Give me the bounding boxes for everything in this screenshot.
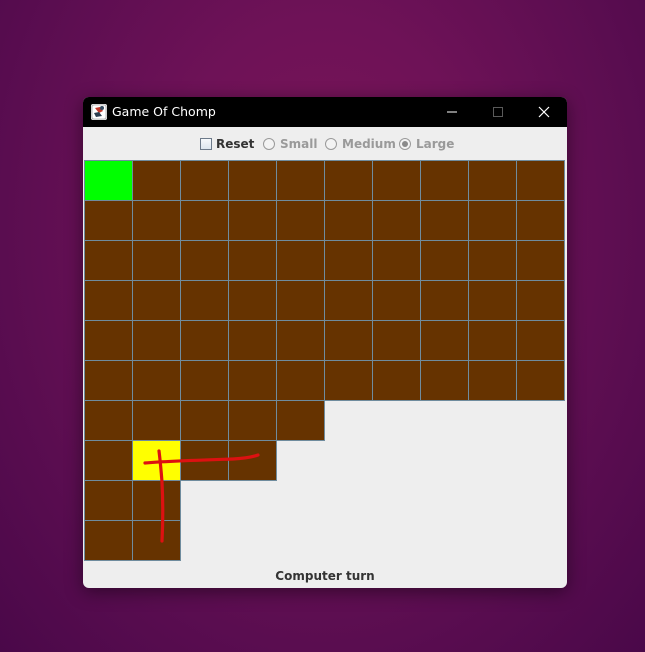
chocolate-square[interactable] (180, 360, 229, 401)
checkbox-icon[interactable] (200, 138, 212, 150)
chocolate-square[interactable] (84, 440, 133, 481)
chocolate-square[interactable] (84, 240, 133, 281)
chocolate-square[interactable] (132, 400, 181, 441)
chocolate-square[interactable] (420, 200, 469, 241)
chocolate-square[interactable] (132, 160, 181, 201)
chocolate-square[interactable] (324, 320, 373, 361)
size-label-large: Large (416, 137, 455, 151)
size-label-medium: Medium (342, 137, 396, 151)
chocolate-square[interactable] (372, 360, 421, 401)
size-radio-small[interactable]: Small (263, 136, 317, 152)
chocolate-square[interactable] (84, 400, 133, 441)
options-toolbar: Reset Small Medium Large (83, 127, 567, 161)
chocolate-square[interactable] (84, 200, 133, 241)
chocolate-square[interactable] (420, 160, 469, 201)
chocolate-square[interactable] (468, 200, 517, 241)
radio-selected-icon[interactable] (399, 138, 411, 150)
chocolate-square[interactable] (180, 440, 229, 481)
game-window: Game Of Chomp Reset Small Medium Large C… (83, 97, 567, 588)
chocolate-square[interactable] (180, 240, 229, 281)
chocolate-square[interactable] (516, 240, 565, 281)
size-radio-large[interactable]: Large (399, 136, 454, 152)
chocolate-square[interactable] (420, 240, 469, 281)
chocolate-square[interactable] (276, 200, 325, 241)
chocolate-square[interactable] (468, 320, 517, 361)
chocolate-square[interactable] (132, 280, 181, 321)
chocolate-square[interactable] (324, 160, 373, 201)
reset-label: Reset (216, 137, 255, 151)
close-icon (538, 106, 550, 118)
chocolate-square[interactable] (468, 160, 517, 201)
status-text: Computer turn (275, 569, 375, 583)
chocolate-square[interactable] (228, 320, 277, 361)
chocolate-square[interactable] (132, 320, 181, 361)
chocolate-square[interactable] (276, 160, 325, 201)
title-bar[interactable]: Game Of Chomp (83, 97, 567, 127)
chocolate-square[interactable] (228, 200, 277, 241)
selected-square[interactable] (132, 440, 181, 481)
chocolate-square[interactable] (516, 160, 565, 201)
chomp-app-icon (91, 104, 107, 120)
chocolate-square[interactable] (468, 240, 517, 281)
chocolate-square[interactable] (372, 240, 421, 281)
chocolate-square[interactable] (84, 480, 133, 521)
chocolate-square[interactable] (132, 240, 181, 281)
chocolate-square[interactable] (372, 160, 421, 201)
radio-icon[interactable] (263, 138, 275, 150)
minimize-button[interactable] (429, 97, 475, 127)
chocolate-square[interactable] (180, 320, 229, 361)
chocolate-square[interactable] (180, 160, 229, 201)
chocolate-square[interactable] (84, 520, 133, 561)
chocolate-square[interactable] (84, 320, 133, 361)
reset-checkbox[interactable]: Reset (200, 136, 254, 152)
chocolate-square[interactable] (516, 320, 565, 361)
chocolate-square[interactable] (372, 280, 421, 321)
chocolate-square[interactable] (420, 360, 469, 401)
chocolate-square[interactable] (228, 280, 277, 321)
maximize-icon (493, 107, 503, 117)
chocolate-square[interactable] (420, 320, 469, 361)
chocolate-square[interactable] (324, 360, 373, 401)
chocolate-square[interactable] (516, 200, 565, 241)
chocolate-square[interactable] (276, 280, 325, 321)
chocolate-square[interactable] (468, 360, 517, 401)
chocolate-square[interactable] (84, 360, 133, 401)
chocolate-square[interactable] (180, 200, 229, 241)
chocolate-square[interactable] (132, 360, 181, 401)
chocolate-square[interactable] (324, 200, 373, 241)
close-button[interactable] (521, 97, 567, 127)
chocolate-square[interactable] (324, 240, 373, 281)
chocolate-square[interactable] (228, 400, 277, 441)
chocolate-square[interactable] (132, 520, 181, 561)
chocolate-square[interactable] (228, 360, 277, 401)
window-title: Game Of Chomp (112, 104, 216, 119)
chocolate-square[interactable] (276, 240, 325, 281)
chocolate-square[interactable] (180, 400, 229, 441)
chocolate-square[interactable] (276, 400, 325, 441)
chocolate-square[interactable] (516, 280, 565, 321)
chocolate-square[interactable] (84, 280, 133, 321)
maximize-button[interactable] (475, 97, 521, 127)
chocolate-square[interactable] (228, 440, 277, 481)
chocolate-square[interactable] (276, 320, 325, 361)
chocolate-square[interactable] (276, 360, 325, 401)
size-radio-medium[interactable]: Medium (325, 136, 396, 152)
chocolate-square[interactable] (132, 480, 181, 521)
size-label-small: Small (280, 137, 318, 151)
chocolate-square[interactable] (324, 280, 373, 321)
chocolate-square[interactable] (516, 360, 565, 401)
chocolate-square[interactable] (132, 200, 181, 241)
chocolate-square[interactable] (372, 200, 421, 241)
chocolate-board (84, 160, 566, 562)
minimize-icon (447, 111, 457, 113)
chocolate-square[interactable] (468, 280, 517, 321)
chocolate-square[interactable] (180, 280, 229, 321)
chocolate-square[interactable] (420, 280, 469, 321)
radio-icon[interactable] (325, 138, 337, 150)
chocolate-square[interactable] (228, 160, 277, 201)
chocolate-square[interactable] (372, 320, 421, 361)
poison-square[interactable] (84, 160, 133, 201)
chocolate-square[interactable] (228, 240, 277, 281)
